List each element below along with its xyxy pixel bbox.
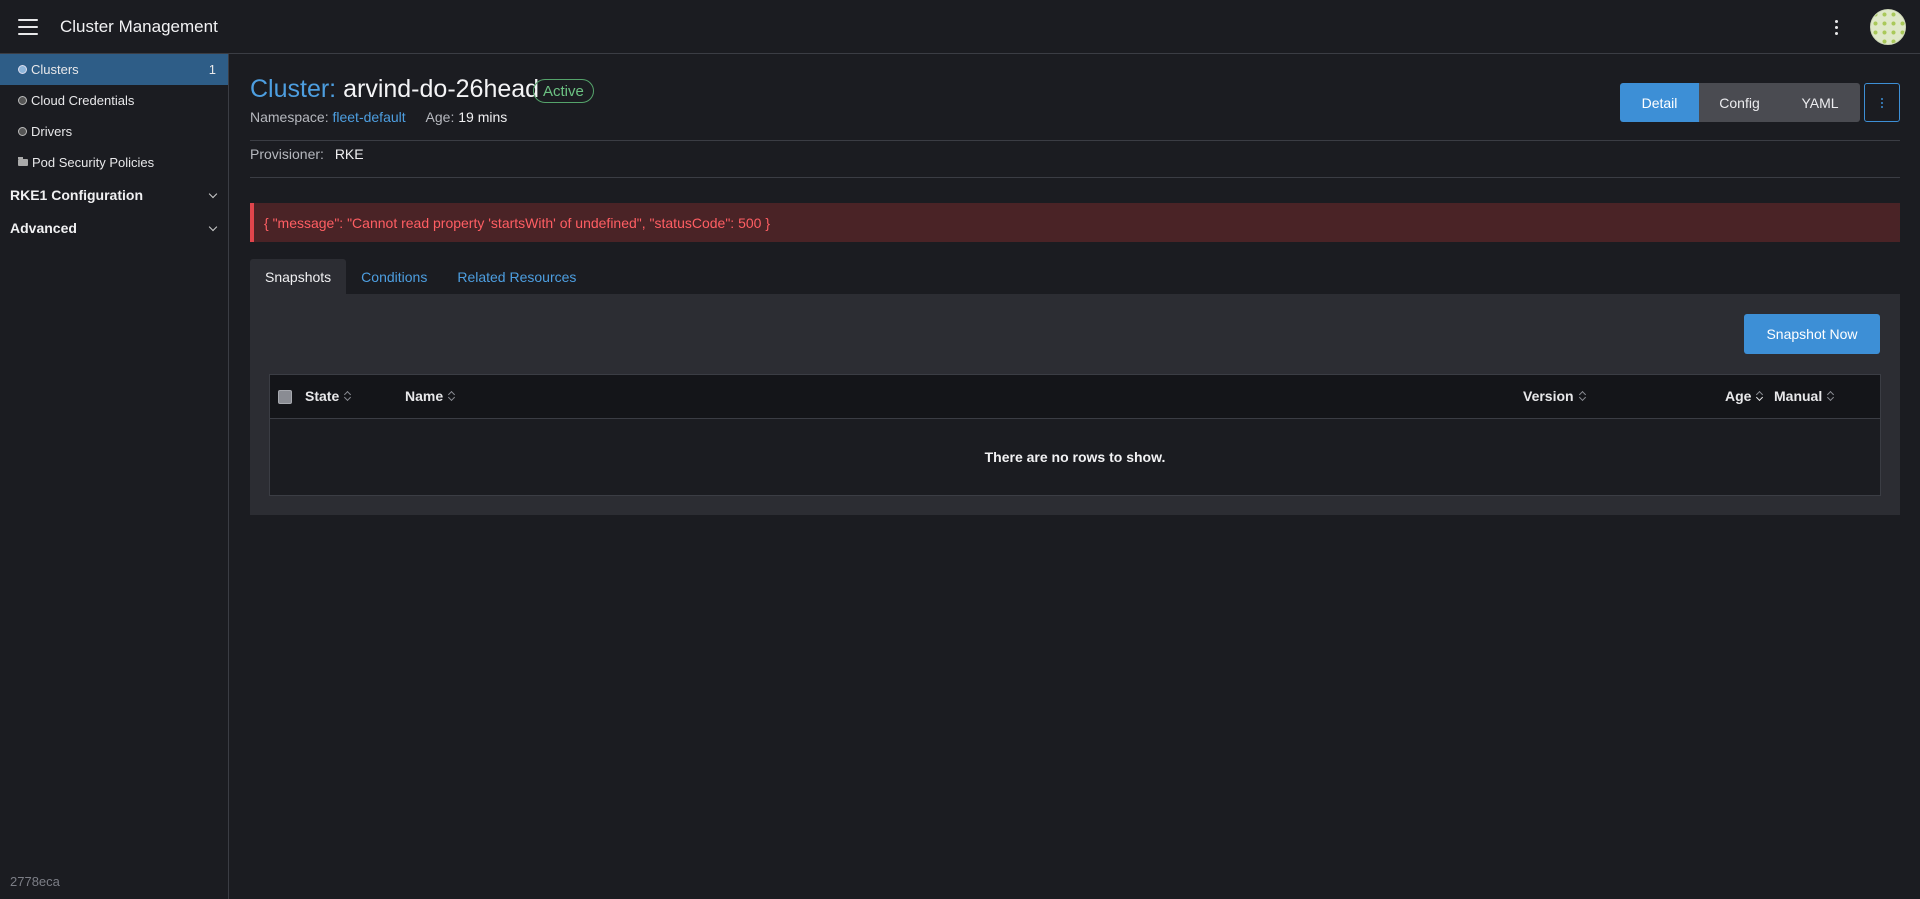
top-header: Cluster Management xyxy=(0,0,1920,54)
sidebar-group-rke1-configuration[interactable]: RKE1 Configuration xyxy=(0,178,228,211)
tab-snapshots[interactable]: Snapshots xyxy=(250,259,347,294)
sidebar-item-pod-security-policies[interactable]: Pod Security Policies xyxy=(0,147,228,178)
yaml-button[interactable]: YAML xyxy=(1780,83,1860,122)
snapshot-now-button[interactable]: Snapshot Now xyxy=(1744,314,1880,354)
column-label: Manual xyxy=(1774,388,1823,404)
tab-conditions[interactable]: Conditions xyxy=(346,259,442,294)
sidebar-group-label: Advanced xyxy=(10,219,77,236)
column-label: State xyxy=(305,388,340,404)
view-mode-toggle: Detail Config YAML xyxy=(1620,83,1860,122)
tab-bar: Snapshots Conditions Related Resources xyxy=(250,259,591,294)
folder-icon xyxy=(18,157,28,166)
snapshots-panel: Snapshot Now State Name Version Age Manu… xyxy=(250,294,1900,515)
error-banner: { "message": "Cannot read property 'star… xyxy=(250,203,1900,242)
cluster-name: arvind-do-26head xyxy=(343,75,540,103)
circle-icon xyxy=(18,96,27,105)
provisioner-row: Provisioner: RKE xyxy=(250,146,364,162)
actions-menu-button[interactable] xyxy=(1864,83,1900,122)
chevron-down-icon xyxy=(208,222,218,232)
sidebar-item-cloud-credentials[interactable]: Cloud Credentials xyxy=(0,85,228,116)
sidebar-item-drivers[interactable]: Drivers xyxy=(0,116,228,147)
provisioner-label: Provisioner: xyxy=(250,146,324,162)
sidebar: Clusters 1 Cloud Credentials Drivers Pod… xyxy=(0,54,229,899)
sort-icon xyxy=(1579,391,1586,402)
age-label: Age: xyxy=(425,109,455,125)
tab-related-resources[interactable]: Related Resources xyxy=(442,259,591,294)
namespace-label: Namespace: xyxy=(250,109,329,125)
title-prefix: Cluster: xyxy=(250,75,337,103)
circle-icon xyxy=(18,65,27,74)
snapshots-table: State Name Version Age Manual There are … xyxy=(269,374,1881,496)
sidebar-group-label: RKE1 Configuration xyxy=(10,186,143,203)
cluster-meta: Namespace: fleet-default Age: 19 mins xyxy=(250,109,507,125)
divider xyxy=(250,140,1900,141)
provisioner-value: RKE xyxy=(334,146,364,162)
empty-table-message: There are no rows to show. xyxy=(984,449,1166,465)
app-title: Cluster Management xyxy=(60,17,218,36)
column-label: Age xyxy=(1725,388,1752,404)
column-header-version[interactable]: Version xyxy=(1523,388,1586,404)
version-label: 2778eca xyxy=(10,874,60,889)
circle-icon xyxy=(18,127,27,136)
more-vertical-icon[interactable] xyxy=(1826,15,1846,39)
detail-button[interactable]: Detail xyxy=(1620,83,1699,122)
sidebar-item-clusters[interactable]: Clusters 1 xyxy=(0,54,228,85)
sidebar-item-label: Clusters xyxy=(31,62,79,77)
column-header-manual[interactable]: Manual xyxy=(1774,388,1834,404)
sort-icon xyxy=(1827,391,1834,402)
sort-icon xyxy=(344,391,351,402)
hamburger-menu-icon[interactable] xyxy=(18,17,38,37)
column-header-state[interactable]: State xyxy=(305,388,351,404)
status-badge: Active xyxy=(533,79,594,103)
page-title: Cluster: arvind-do-26head xyxy=(250,75,539,104)
sidebar-item-label: Pod Security Policies xyxy=(32,155,155,170)
namespace-link[interactable]: fleet-default xyxy=(332,109,405,125)
sort-desc-icon xyxy=(1756,391,1763,402)
clusters-count: 1 xyxy=(208,62,216,77)
column-header-age[interactable]: Age xyxy=(1725,388,1763,404)
sidebar-item-label: Cloud Credentials xyxy=(31,93,135,108)
column-label: Name xyxy=(405,388,444,404)
sort-icon xyxy=(448,391,455,402)
select-all-checkbox[interactable] xyxy=(278,390,292,404)
divider xyxy=(250,177,1900,178)
user-avatar[interactable] xyxy=(1870,9,1906,45)
chevron-down-icon xyxy=(208,189,218,199)
main-content: Cluster: arvind-do-26head Active Namespa… xyxy=(250,54,1900,899)
sidebar-item-label: Drivers xyxy=(31,124,73,139)
table-header: State Name Version Age Manual xyxy=(270,375,1880,419)
sidebar-group-advanced[interactable]: Advanced xyxy=(0,211,228,244)
column-label: Version xyxy=(1523,388,1574,404)
column-header-name[interactable]: Name xyxy=(405,388,455,404)
age-value: 19 mins xyxy=(458,109,508,125)
config-button[interactable]: Config xyxy=(1699,83,1780,122)
